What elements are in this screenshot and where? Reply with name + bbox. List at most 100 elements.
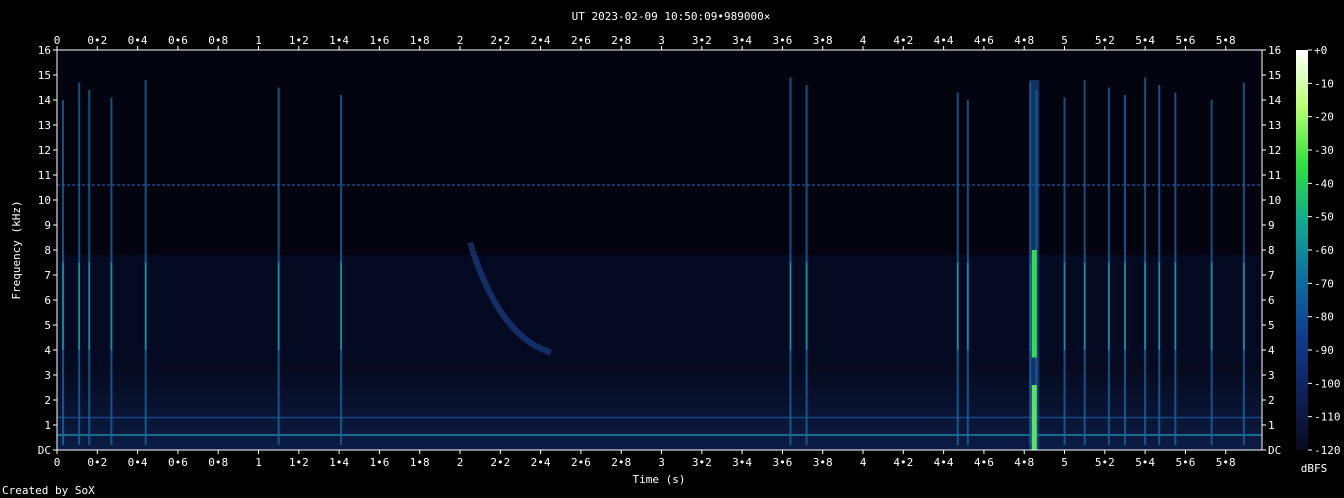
y-tick-label-right: 3 xyxy=(1268,369,1275,382)
x-tick-label-top: 0•8 xyxy=(208,34,228,47)
x-tick-label-bottom: 1•6 xyxy=(369,456,389,469)
x-tick-label-bottom: 2•2 xyxy=(490,456,510,469)
colorbar-tick-label: -50 xyxy=(1314,211,1334,224)
x-axis-top: 0 0•2 0•4 0•6 0•8 1 1•2 1•4 1•6 1•8 2 2•2 2•4 2•6 2•8 3… xyxy=(54,34,1236,50)
x-tick-label-bottom: 3•8 xyxy=(813,456,833,469)
strong-impulse-low xyxy=(1031,385,1037,450)
colorbar-tick-label: -60 xyxy=(1314,244,1334,257)
x-tick-label-top: 3•2 xyxy=(692,34,712,47)
y-tick-label-left: 10 xyxy=(38,194,51,207)
colorbar-tick-label: -40 xyxy=(1314,177,1334,190)
y-tick-label-left: 14 xyxy=(38,94,52,107)
mid-frequency-noise xyxy=(57,255,1262,365)
x-tick-label-top: 2•8 xyxy=(611,34,631,47)
y-axis-right: DC12345678910111213141516 xyxy=(1262,44,1282,457)
y-axis-label: Frequency (kHz) xyxy=(10,200,23,299)
colorbar-tick-label: -20 xyxy=(1314,111,1334,124)
x-tick-label-top: 4•4 xyxy=(934,34,954,47)
x-tick-label-bottom: 0•8 xyxy=(208,456,228,469)
x-tick-label-top: 4•6 xyxy=(974,34,994,47)
x-tick-label-top: 0•4 xyxy=(128,34,148,47)
x-tick-label-top: 0•2 xyxy=(87,34,107,47)
x-tick-label-top: 3•8 xyxy=(813,34,833,47)
x-tick-label-bottom: 0•2 xyxy=(87,456,107,469)
x-tick-label-bottom: 3•2 xyxy=(692,456,712,469)
x-tick-label-top: 1•6 xyxy=(369,34,389,47)
x-tick-label-bottom: 0•4 xyxy=(128,456,148,469)
x-tick-label-bottom: 3•6 xyxy=(772,456,792,469)
x-tick-label-top: 3•4 xyxy=(732,34,752,47)
y-tick-label-left: 1 xyxy=(44,419,51,432)
x-tick-label-bottom: 5 xyxy=(1061,456,1068,469)
x-tick-label-top: 3•6 xyxy=(772,34,792,47)
x-tick-label-top: 5•8 xyxy=(1216,34,1236,47)
x-tick-label-bottom: 4•2 xyxy=(893,456,913,469)
x-tick-label-top: 4•2 xyxy=(893,34,913,47)
x-tick-label-top: 2•2 xyxy=(490,34,510,47)
x-tick-label-top: 2•6 xyxy=(571,34,591,47)
x-tick-label-bottom: 1•2 xyxy=(289,456,309,469)
colorbar-tick-label: -110 xyxy=(1314,411,1341,424)
x-tick-label-bottom: 4 xyxy=(860,456,867,469)
low-frequency-noise-band xyxy=(57,365,1262,450)
x-tick-label-top: 1•8 xyxy=(410,34,430,47)
x-tick-label-bottom: 3•4 xyxy=(732,456,752,469)
colorbar-tick-label: -10 xyxy=(1314,77,1334,90)
y-tick-label-right: 14 xyxy=(1268,94,1282,107)
x-tick-label-bottom: 5•2 xyxy=(1095,456,1115,469)
x-tick-label-top: 5•2 xyxy=(1095,34,1115,47)
y-tick-label-right: 13 xyxy=(1268,119,1281,132)
plot-area xyxy=(56,49,1263,451)
x-tick-label-bottom: 5•4 xyxy=(1135,456,1155,469)
x-axis-label: Time (s) xyxy=(633,473,686,486)
x-tick-label-top: 0•6 xyxy=(168,34,188,47)
colorbar-tick-label: -90 xyxy=(1314,344,1334,357)
y-tick-label-left: 6 xyxy=(44,294,51,307)
x-tick-label-bottom: 1•8 xyxy=(410,456,430,469)
y-tick-label-right: 9 xyxy=(1268,219,1275,232)
colorbar-label: dBFS xyxy=(1301,462,1328,475)
x-tick-label-bottom: 3 xyxy=(658,456,665,469)
x-tick-label-bottom: 0 xyxy=(54,456,61,469)
x-tick-label-bottom: 4•8 xyxy=(1014,456,1034,469)
x-tick-label-bottom: 2•4 xyxy=(531,456,551,469)
y-tick-label-right: 4 xyxy=(1268,344,1275,357)
x-tick-label-bottom: 2•8 xyxy=(611,456,631,469)
y-tick-label-right: 2 xyxy=(1268,394,1275,407)
y-tick-label-right: 12 xyxy=(1268,144,1281,157)
y-tick-label-right: 8 xyxy=(1268,244,1275,257)
y-tick-label-right: 7 xyxy=(1268,269,1275,282)
x-tick-label-top: 2 xyxy=(457,34,464,47)
x-tick-label-bottom: 4•6 xyxy=(974,456,994,469)
y-tick-label-left: 15 xyxy=(38,69,51,82)
y-tick-label-right: 10 xyxy=(1268,194,1281,207)
y-tick-label-left: 16 xyxy=(38,44,51,57)
x-tick-label-top: 5•4 xyxy=(1135,34,1155,47)
strong-impulse-peak xyxy=(1031,250,1037,358)
x-tick-label-bottom: 1•4 xyxy=(329,456,349,469)
y-tick-label-right: 16 xyxy=(1268,44,1281,57)
colorbar-tick-label: -70 xyxy=(1314,277,1334,290)
x-tick-label-bottom: 0•6 xyxy=(168,456,188,469)
y-tick-label-left: 2 xyxy=(44,394,51,407)
y-tick-label-right: DC xyxy=(1268,444,1281,457)
x-tick-label-top: 1•4 xyxy=(329,34,349,47)
y-tick-label-left: 9 xyxy=(44,219,51,232)
y-tick-label-left: 5 xyxy=(44,319,51,332)
y-tick-label-left: 12 xyxy=(38,144,51,157)
y-tick-label-right: 11 xyxy=(1268,169,1281,182)
y-tick-label-left: 7 xyxy=(44,269,51,282)
x-tick-label-bottom: 4•4 xyxy=(934,456,954,469)
y-tick-label-right: 6 xyxy=(1268,294,1275,307)
x-tick-label-top: 2•4 xyxy=(531,34,551,47)
x-tick-label-bottom: 5•8 xyxy=(1216,456,1236,469)
x-tick-label-top: 4•8 xyxy=(1014,34,1034,47)
y-tick-label-left: 8 xyxy=(44,244,51,257)
y-tick-label-left: 13 xyxy=(38,119,51,132)
footer-credit: Created by SoX xyxy=(2,484,95,497)
chart-title: UT 2023-02-09 10:50:09•989000× xyxy=(572,10,771,23)
x-tick-label-bottom: 5•6 xyxy=(1175,456,1195,469)
x-tick-label-top: 4 xyxy=(860,34,867,47)
y-tick-label-left: 3 xyxy=(44,369,51,382)
spectrogram-chart: UT 2023-02-09 10:50:09•989000× 0 0•2 0•4 0•… xyxy=(2,10,1341,497)
